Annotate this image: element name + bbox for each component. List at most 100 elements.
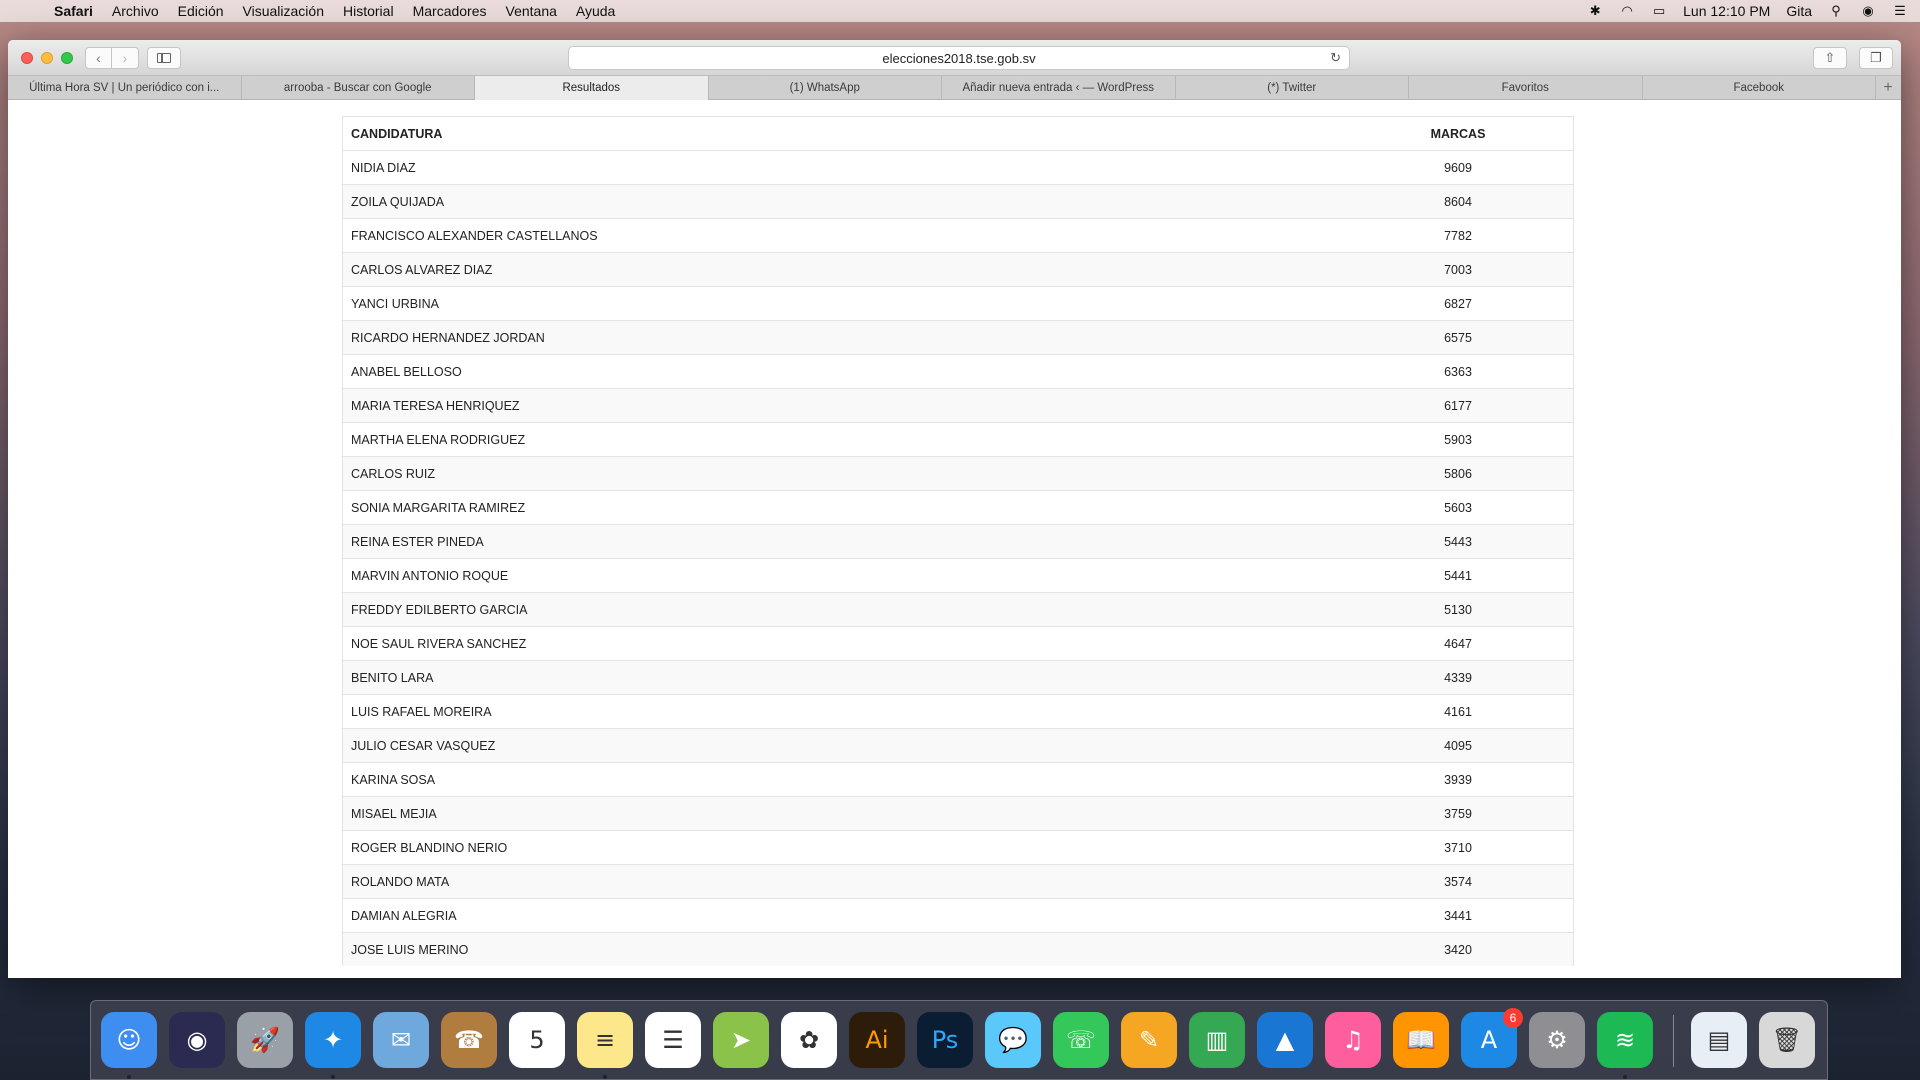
system-preferences-icon[interactable]: ⚙ xyxy=(1529,1012,1585,1068)
numbers-icon[interactable]: ▥ xyxy=(1189,1012,1245,1068)
table-row: MISAEL MEJIA 3759 xyxy=(343,796,1573,830)
candidate-marks: 8604 xyxy=(1444,194,1472,209)
trash-icon[interactable]: 🗑 xyxy=(1759,1012,1815,1068)
tab-google-search[interactable]: arrooba - Buscar con Google xyxy=(242,76,475,100)
ibooks-icon[interactable]: 📖 xyxy=(1393,1012,1449,1068)
calendar-icon[interactable]: 5 xyxy=(509,1012,565,1068)
candidate-name: NIDIA DIAZ xyxy=(351,160,416,175)
siri-icon[interactable]: ◉ xyxy=(169,1012,225,1068)
candidate-marks: 7003 xyxy=(1444,262,1472,277)
reminders-icon[interactable]: ☰ xyxy=(645,1012,701,1068)
menu-bar: Safari Archivo Edición Visualización His… xyxy=(0,0,1920,22)
app-store-icon[interactable]: A6 xyxy=(1461,1008,1523,1068)
tab-favoritos[interactable]: Favoritos xyxy=(1409,76,1643,100)
menu-app-name[interactable]: Safari xyxy=(54,3,93,19)
dock-glyph: ◉ xyxy=(186,1026,208,1054)
illustrator-icon[interactable]: Ai xyxy=(849,1012,905,1068)
candidate-marks: 3939 xyxy=(1444,772,1472,787)
close-window-button[interactable] xyxy=(21,52,33,64)
dock-glyph: ▤ xyxy=(1707,1026,1731,1054)
menu-ventana[interactable]: Ventana xyxy=(506,3,557,19)
dock-glyph: 🗑 xyxy=(1771,1026,1803,1054)
pages-icon[interactable]: ✎ xyxy=(1121,1012,1177,1068)
menu-marcadores[interactable]: Marcadores xyxy=(413,3,487,19)
facetime-icon[interactable]: ☏ xyxy=(1053,1012,1109,1068)
candidate-name: KARINA SOSA xyxy=(351,772,436,787)
photos-icon[interactable]: ✿ xyxy=(781,1012,837,1068)
finder-icon[interactable]: ☺ xyxy=(101,1012,157,1068)
table-row: NIDIA DIAZ 9609 xyxy=(343,150,1573,184)
itunes-icon[interactable]: ♫ xyxy=(1325,1012,1381,1068)
reload-icon[interactable]: ↻ xyxy=(1330,50,1341,66)
running-indicator xyxy=(1623,1075,1627,1079)
menu-historial[interactable]: Historial xyxy=(343,3,394,19)
candidate-marks: 3710 xyxy=(1444,840,1472,855)
contacts-icon[interactable]: ☎ xyxy=(441,1012,497,1068)
dock-glyph: ▲ xyxy=(1275,1026,1295,1054)
spotify-icon[interactable]: ≋ xyxy=(1597,1012,1653,1068)
notification-center-icon[interactable]: ☰ xyxy=(1892,3,1908,18)
wifi-icon[interactable]: ◠ xyxy=(1619,3,1635,18)
running-indicator xyxy=(331,1075,335,1079)
table-row: YANCI URBINA 6827 xyxy=(343,286,1573,320)
dock-glyph: ➤ xyxy=(730,1026,752,1054)
tab-overview-icon: ❐ xyxy=(1870,50,1882,65)
tab-label: Facebook xyxy=(1733,82,1784,94)
bluetooth-icon[interactable]: ✱ xyxy=(1587,3,1603,18)
tab-overview-button[interactable]: ❐ xyxy=(1859,47,1893,69)
menu-archivo[interactable]: Archivo xyxy=(112,3,159,19)
downloads-stack-icon[interactable]: ▤ xyxy=(1691,1012,1747,1068)
photoshop-icon[interactable]: Ps xyxy=(917,1012,973,1068)
mail-icon[interactable]: ✉ xyxy=(373,1012,429,1068)
tab-whatsapp[interactable]: (1) WhatsApp xyxy=(709,76,942,100)
dock-glyph: ✎ xyxy=(1138,1026,1160,1054)
dock-glyph: ☺ xyxy=(116,1026,142,1054)
tab-label: (1) WhatsApp xyxy=(789,82,860,94)
maps-icon[interactable]: ➤ xyxy=(713,1012,769,1068)
launchpad-icon[interactable]: 🚀 xyxy=(237,1012,293,1068)
running-indicator xyxy=(603,1075,607,1079)
candidate-marks: 4339 xyxy=(1444,670,1472,685)
sidebar-icon xyxy=(157,53,171,63)
plus-icon: + xyxy=(1883,78,1893,96)
table-row: DAMIAN ALEGRIA 3441 xyxy=(343,898,1573,932)
column-header-marcas: MARCAS xyxy=(1430,126,1486,141)
menu-edicion[interactable]: Edición xyxy=(178,3,224,19)
minimize-window-button[interactable] xyxy=(41,52,53,64)
fullscreen-window-button[interactable] xyxy=(61,52,73,64)
dock-glyph: 5 xyxy=(529,1026,545,1054)
menu-clock[interactable]: Lun 12:10 PM xyxy=(1683,3,1770,19)
menu-visualizacion[interactable]: Visualización xyxy=(243,3,324,19)
sidebar-toggle-button[interactable] xyxy=(147,47,181,69)
candidate-marks: 6827 xyxy=(1444,296,1472,311)
dock-glyph: ☰ xyxy=(662,1026,684,1054)
siri-menu-icon[interactable]: ◉ xyxy=(1860,3,1876,18)
menu-ayuda[interactable]: Ayuda xyxy=(576,3,615,19)
tab-twitter[interactable]: (*) Twitter xyxy=(1176,76,1409,100)
tab-ultima-hora[interactable]: Última Hora SV | Un periódico con i... xyxy=(8,76,242,100)
airplay-icon[interactable]: ▭ xyxy=(1651,3,1667,18)
tab-label: (*) Twitter xyxy=(1267,82,1317,94)
new-tab-button[interactable]: + xyxy=(1876,76,1900,99)
dock-glyph: ☏ xyxy=(1065,1026,1096,1054)
notification-badge: 6 xyxy=(1503,1008,1523,1028)
tab-wordpress[interactable]: Añadir nueva entrada ‹ — WordPress xyxy=(942,76,1176,100)
keynote-icon[interactable]: ▲ xyxy=(1257,1012,1313,1068)
notes-icon[interactable]: ≡ xyxy=(577,1012,633,1068)
messages-icon[interactable]: 💬 xyxy=(985,1012,1041,1068)
candidate-marks: 5903 xyxy=(1444,432,1472,447)
spotlight-search-icon[interactable]: ⚲ xyxy=(1828,3,1844,18)
candidate-marks: 6575 xyxy=(1444,330,1472,345)
candidate-marks: 5806 xyxy=(1444,466,1472,481)
forward-button[interactable]: › xyxy=(112,47,139,69)
share-button[interactable]: ⇧ xyxy=(1813,47,1847,69)
back-button[interactable]: ‹ xyxy=(85,47,112,69)
navigation-buttons: ‹ › xyxy=(85,47,139,69)
safari-icon[interactable]: ✦ xyxy=(305,1012,361,1068)
tab-resultados[interactable]: Resultados xyxy=(475,76,709,100)
candidate-marks: 3574 xyxy=(1444,874,1472,889)
menu-user[interactable]: Gita xyxy=(1786,3,1812,19)
candidate-name: BENITO LARA xyxy=(351,670,434,685)
address-bar[interactable]: elecciones2018.tse.gob.sv ↻ xyxy=(568,46,1350,70)
tab-facebook[interactable]: Facebook xyxy=(1643,76,1876,100)
